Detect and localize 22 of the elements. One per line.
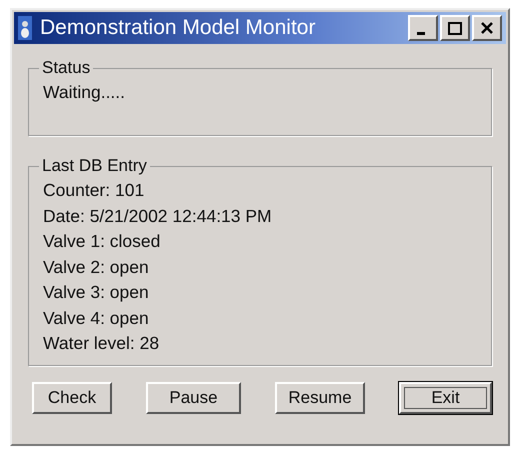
entry-line: Water level: 28 [43, 332, 160, 355]
entry-line: Counter: 101 [43, 179, 146, 202]
window-title: Demonstration Model Monitor [40, 16, 316, 40]
minimize-icon [417, 32, 425, 35]
close-icon [479, 21, 495, 35]
entry-line: Valve 2: open [43, 256, 150, 279]
minimize-button[interactable] [408, 15, 438, 41]
group-title: Last DB Entry [41, 156, 148, 176]
group-title: Status [41, 58, 92, 78]
status-text: Waiting..... [43, 81, 126, 104]
entry-line: Valve 1: closed [43, 230, 162, 253]
action-button[interactable]: Pause [146, 382, 241, 414]
action-button[interactable]: Check [32, 382, 112, 414]
close-button[interactable] [472, 15, 502, 41]
action-button[interactable]: Resume [275, 382, 365, 414]
entry-line: Valve 4: open [43, 306, 150, 330]
app-icon [18, 16, 32, 40]
entry-line: Valve 3: open [43, 281, 150, 304]
maximize-icon [447, 21, 463, 35]
maximize-button[interactable] [440, 15, 470, 41]
entry-line: Date: 5/21/2002 12:44:13 PM [43, 204, 273, 228]
action-button[interactable]: Exit [399, 382, 492, 414]
